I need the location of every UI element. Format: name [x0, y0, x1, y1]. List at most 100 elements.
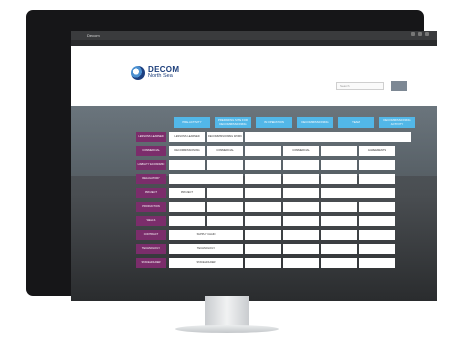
site-header: DECOM North Sea Search HOME TOOLS LESSON…: [71, 46, 437, 120]
logo-icon: [131, 66, 145, 80]
grid-cell[interactable]: [207, 202, 243, 212]
phase-button[interactable]: DECOMMISSIONING: [297, 117, 333, 128]
row-cells: STAKEHOLDER: [169, 258, 426, 268]
grid-cell[interactable]: [321, 244, 357, 254]
grid-cell[interactable]: [245, 174, 281, 184]
grid-cell[interactable]: STAKEHOLDER: [169, 258, 243, 268]
grid-cell[interactable]: [283, 188, 319, 198]
grid-row: PROJECT PROJECT: [136, 188, 426, 198]
row-category[interactable]: CONTRACT: [136, 230, 166, 240]
grid-cell[interactable]: [321, 258, 357, 268]
grid-cell[interactable]: LESSONS LEARNED: [169, 132, 205, 142]
grid-cell[interactable]: DECOMMISSIONING WORK: [207, 132, 243, 142]
grid-cell[interactable]: [321, 202, 357, 212]
grid-cell[interactable]: [283, 160, 319, 170]
grid-cell[interactable]: [245, 230, 281, 240]
grid-cell[interactable]: [169, 174, 243, 184]
row-cells: TECHNOLOGY: [169, 244, 426, 254]
grid-cell[interactable]: [321, 216, 357, 226]
grid-cell[interactable]: COMMERCIAL: [283, 146, 319, 156]
grid-cell[interactable]: [245, 202, 281, 212]
grid-cell[interactable]: [359, 230, 395, 240]
grid-cell[interactable]: [245, 188, 281, 198]
search-input[interactable]: Search: [336, 82, 384, 90]
grid-cell[interactable]: [245, 132, 411, 142]
grid-cell[interactable]: TECHNOLOGY: [169, 244, 243, 254]
row-category[interactable]: PROJECT: [136, 188, 166, 198]
row-category[interactable]: LIABILITY ECONOMIC: [136, 160, 166, 170]
close-icon[interactable]: [425, 32, 429, 36]
row-cells: PROJECT: [169, 188, 426, 198]
grid-cell[interactable]: [207, 188, 243, 198]
row-cells: [169, 174, 426, 184]
minimize-icon[interactable]: [411, 32, 415, 36]
phase-buttons: PRE-ACTIVITY PREPARING SITE FOR DECOMMIS…: [174, 117, 426, 128]
grid-cell[interactable]: [169, 216, 205, 226]
phase-button[interactable]: TEAM: [338, 117, 374, 128]
grid-cell[interactable]: [245, 216, 281, 226]
grid-cell[interactable]: DECOMMISSIONING: [169, 146, 205, 156]
row-category[interactable]: COMMERCIAL: [136, 146, 166, 156]
grid-cell[interactable]: [283, 258, 319, 268]
row-category[interactable]: LESSONS LEARNED: [136, 132, 166, 142]
site-logo[interactable]: DECOM North Sea: [131, 66, 179, 80]
window-titlebar: Decom: [71, 31, 437, 40]
grid-cell[interactable]: [283, 174, 319, 184]
grid-cell[interactable]: [321, 230, 357, 240]
grid-cell[interactable]: [283, 202, 319, 212]
grid-cell[interactable]: [245, 146, 281, 156]
grid-row: COMMERCIAL DECOMMISSIONING COMMERCIAL CO…: [136, 146, 426, 156]
grid-cell[interactable]: [283, 244, 319, 254]
phase-button[interactable]: DECOMMISSIONING ACTIVITY: [379, 117, 415, 128]
row-category[interactable]: PRODUCTION: [136, 202, 166, 212]
grid-cell[interactable]: [169, 160, 205, 170]
logo-text: DECOM North Sea: [148, 66, 179, 80]
grid-row: LIABILITY ECONOMIC: [136, 160, 426, 170]
grid-cell[interactable]: [283, 230, 319, 240]
row-category[interactable]: WELLS: [136, 216, 166, 226]
grid-row: PRODUCTION: [136, 202, 426, 212]
grid-cell[interactable]: [359, 174, 395, 184]
phase-button[interactable]: PRE-ACTIVITY: [174, 117, 210, 128]
row-cells: [169, 202, 426, 212]
grid-cell[interactable]: [321, 174, 357, 184]
grid-cell[interactable]: [359, 244, 395, 254]
phase-button[interactable]: PREPARING SITE FOR DECOMMISSIONING: [215, 117, 251, 128]
grid-cell[interactable]: [207, 160, 243, 170]
grid-cell[interactable]: [245, 258, 281, 268]
grid-row: STAKEHOLDER STAKEHOLDER: [136, 258, 426, 268]
grid-cell[interactable]: SUPPLY CHAIN: [169, 230, 243, 240]
row-category[interactable]: TECHNOLOGY: [136, 244, 166, 254]
grid-cell[interactable]: [321, 146, 357, 156]
grid-row: LESSONS LEARNED LESSONS LEARNED DECOMMIS…: [136, 132, 426, 142]
grid-cell[interactable]: [283, 216, 319, 226]
grid-cell[interactable]: [245, 244, 281, 254]
window-controls: [411, 32, 429, 36]
grid-cell[interactable]: [359, 216, 395, 226]
grid-cell[interactable]: [207, 216, 243, 226]
monitor-base: [175, 325, 279, 333]
grid-cell[interactable]: [245, 160, 281, 170]
monitor-stand: [205, 296, 249, 326]
monitor-frame: Decom DECOM North Sea Search HOME: [26, 10, 437, 301]
row-category[interactable]: STAKEHOLDER: [136, 258, 166, 268]
search-button[interactable]: [391, 81, 407, 91]
grid-cell[interactable]: [321, 160, 357, 170]
grid-cell[interactable]: [359, 160, 395, 170]
grid-cell[interactable]: [169, 202, 205, 212]
grid-cell[interactable]: AGREEMENTS: [359, 146, 395, 156]
row-cells: SUPPLY CHAIN: [169, 230, 426, 240]
tool-grid: PRE-ACTIVITY PREPARING SITE FOR DECOMMIS…: [136, 117, 426, 268]
grid-cell[interactable]: COMMERCIAL: [207, 146, 243, 156]
phase-button[interactable]: IN OPERATION: [256, 117, 292, 128]
grid-cell[interactable]: PROJECT: [169, 188, 205, 198]
maximize-icon[interactable]: [418, 32, 422, 36]
row-cells: [169, 160, 426, 170]
row-category[interactable]: REGULATORY: [136, 174, 166, 184]
grid-cell[interactable]: [359, 258, 395, 268]
grid-row: TECHNOLOGY TECHNOLOGY: [136, 244, 426, 254]
window-title: Decom: [87, 33, 100, 38]
grid-cell[interactable]: [321, 188, 395, 198]
grid-row: CONTRACT SUPPLY CHAIN: [136, 230, 426, 240]
grid-cell[interactable]: [359, 202, 395, 212]
